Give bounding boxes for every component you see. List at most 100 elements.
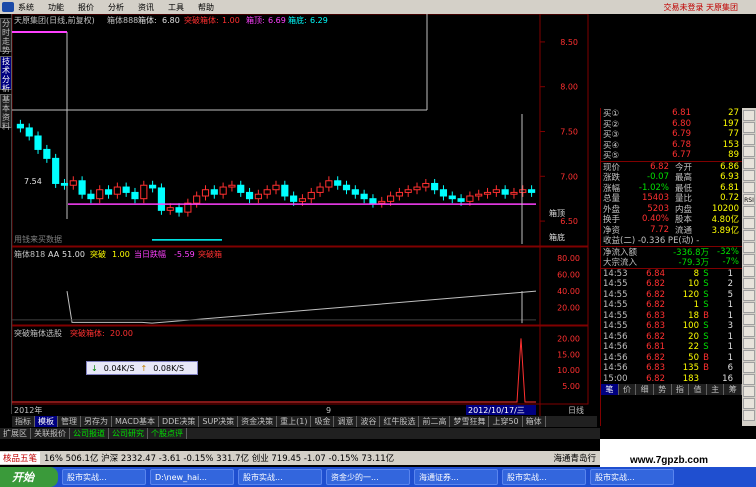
toolbar-icon[interactable]: [743, 218, 755, 229]
toolbar-icon[interactable]: RSI: [743, 194, 755, 205]
menu-tools[interactable]: 工具: [168, 2, 184, 13]
indicator-tab[interactable]: SUP决策: [199, 416, 239, 427]
toolbar-icon[interactable]: [743, 122, 755, 133]
candle-body: [149, 184, 157, 189]
toolbar-icon[interactable]: [743, 206, 755, 217]
candle-body: [351, 189, 359, 195]
bottom-value: 6.29: [310, 16, 328, 25]
chart-area[interactable]: 天原集团(日线,前复权) 箱体888 箱体: 6.80 突破箱体: 1.00 箱…: [12, 14, 600, 416]
toolbar-icon[interactable]: [743, 398, 755, 409]
buy-level-row[interactable]: 买⑤ 6.77 89: [601, 150, 742, 161]
toolbar-icon[interactable]: [743, 374, 755, 385]
ind2-drop-value: -5.59: [174, 250, 195, 259]
toolbar-icon[interactable]: [743, 182, 755, 193]
candle-body: [510, 191, 518, 195]
toolbar-icon[interactable]: [743, 266, 755, 277]
top-value: 6.69: [268, 16, 286, 25]
menu-news[interactable]: 资讯: [138, 2, 154, 13]
taskbar-window-button[interactable]: 资金少的一...: [326, 469, 410, 485]
indicator-tab[interactable]: 资金决策: [238, 416, 278, 427]
toolbar-icon[interactable]: [743, 290, 755, 301]
extension-tab[interactable]: 扩展区: [0, 428, 31, 439]
indicator-tab[interactable]: 吸金: [311, 416, 335, 427]
toolbar-icon[interactable]: [743, 170, 755, 181]
menu-quote[interactable]: 报价: [78, 2, 94, 13]
indicator-tab[interactable]: 红牛股选: [380, 416, 420, 427]
indicator-tab[interactable]: 管理: [58, 416, 81, 427]
taskbar-window-button[interactable]: 股市实战...: [62, 469, 146, 485]
taskbar-window-button[interactable]: D:\new_hai...: [150, 469, 234, 485]
toolbar-icon[interactable]: [743, 350, 755, 361]
site-watermark: www.7gpzb.com: [630, 455, 708, 466]
toolbar-icon[interactable]: [743, 278, 755, 289]
quote-tab[interactable]: 指: [672, 384, 690, 395]
taskbar-window-button[interactable]: 海通证券...: [414, 469, 498, 485]
tab-technical[interactable]: 技术分析: [0, 56, 12, 93]
toolbar-icon[interactable]: [743, 158, 755, 169]
candle-body: [439, 189, 448, 197]
toolbar-icon[interactable]: [743, 242, 755, 253]
candle-body: [475, 193, 483, 197]
price-tick-label: 8.50: [560, 38, 578, 47]
candle-body: [69, 180, 77, 186]
quote-tab[interactable]: 值: [689, 384, 707, 395]
login-status[interactable]: 交易未登录 天原集团: [663, 2, 738, 13]
quote-tab[interactable]: 笔: [601, 384, 619, 395]
sel-tick-label: 10.00: [557, 366, 580, 375]
indicator-tab[interactable]: 箱体: [523, 416, 546, 427]
ime-label[interactable]: 核品五笔: [0, 452, 41, 464]
quote-tab[interactable]: 筹: [724, 384, 742, 395]
tab-intraday[interactable]: 分时走势: [0, 18, 12, 55]
candle-body: [272, 184, 280, 191]
extension-tab[interactable]: 关联报价: [31, 428, 70, 439]
indicator-tab[interactable]: 模板: [35, 416, 58, 427]
toolbar-icon[interactable]: [743, 302, 755, 313]
toolbar-icon[interactable]: [743, 314, 755, 325]
indicator-tab[interactable]: 前二高: [419, 416, 451, 427]
start-button[interactable]: 开始: [0, 467, 58, 487]
candlestick-series: [16, 114, 536, 244]
tab-fundamental[interactable]: 基本资料: [0, 94, 12, 131]
menu-system[interactable]: 系统: [18, 2, 34, 13]
indicator-tab[interactable]: 重上(1): [277, 416, 312, 427]
extension-tab[interactable]: 个股点评: [148, 428, 187, 439]
indicator-tab[interactable]: 指标: [12, 416, 35, 427]
toolbar-icon[interactable]: [743, 410, 755, 421]
taskbar-window-button[interactable]: 股市实战...: [590, 469, 674, 485]
left-tab-strip: 分时走势 技术分析 基本资料: [0, 14, 12, 414]
toolbar-icon[interactable]: [743, 254, 755, 265]
toolbar-icon[interactable]: [743, 386, 755, 397]
tick-row: 14:56 6.82 50 B 1: [603, 352, 733, 363]
quote-tab[interactable]: 价: [619, 384, 637, 395]
menu-analysis[interactable]: 分析: [108, 2, 124, 13]
taskbar-window-button[interactable]: 股市实战...: [502, 469, 586, 485]
toolbar-icon[interactable]: [743, 110, 755, 121]
indicator-tab[interactable]: MACD基本: [112, 416, 159, 427]
indicator-tab[interactable]: 调意: [334, 416, 358, 427]
candle-body: [96, 189, 104, 200]
toolbar-icon[interactable]: [743, 134, 755, 145]
menu-function[interactable]: 功能: [48, 2, 64, 13]
toolbar-icon[interactable]: [743, 338, 755, 349]
indicator-tab[interactable]: 波谷: [357, 416, 381, 427]
candle-body: [104, 189, 113, 195]
indicator-tab[interactable]: 另存为: [81, 416, 112, 427]
toolbar-icon[interactable]: [743, 326, 755, 337]
toolbar-icon[interactable]: [743, 230, 755, 241]
extension-tab[interactable]: 公司报道: [70, 428, 109, 439]
taskbar-window-button[interactable]: 股市实战...: [238, 469, 322, 485]
menu-help[interactable]: 帮助: [198, 2, 214, 13]
extension-tab[interactable]: 公司研究: [109, 428, 148, 439]
toolbar-icon[interactable]: [743, 146, 755, 157]
candle-body: [60, 182, 69, 186]
toolbar-icon[interactable]: [743, 362, 755, 373]
quote-tab[interactable]: 细: [636, 384, 654, 395]
ind2-drop-label: 当日跌幅: [134, 249, 166, 259]
quote-tab[interactable]: 势: [654, 384, 672, 395]
quote-tab[interactable]: 主: [707, 384, 725, 395]
indicator-tab[interactable]: DDE决策: [159, 416, 200, 427]
indicator-tab[interactable]: 上穿50: [489, 416, 523, 427]
candle-body: [360, 193, 368, 200]
indicator-tab[interactable]: 梦雪狂舞: [450, 416, 490, 427]
candle-body: [325, 180, 333, 188]
